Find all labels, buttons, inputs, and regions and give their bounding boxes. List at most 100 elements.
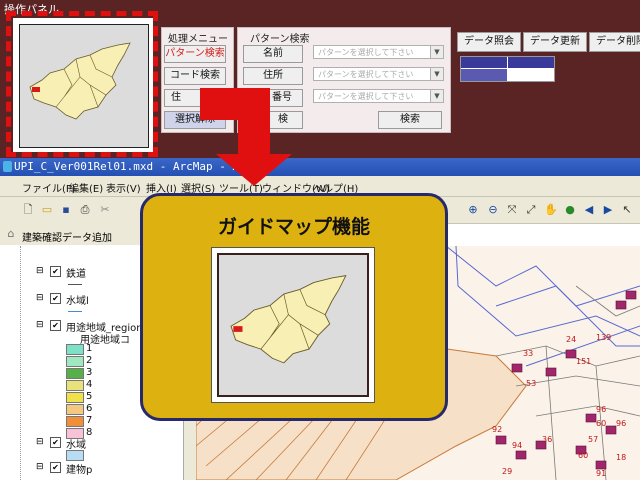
chevron-down-icon[interactable]: ▼ (430, 46, 443, 58)
map-label: 53 (526, 379, 536, 388)
map-label: 33 (523, 349, 533, 358)
legend-label: 8 (86, 427, 93, 438)
data-grid-cell[interactable] (461, 69, 507, 81)
menu-file[interactable]: ファイル(F) (22, 180, 76, 195)
legend-label: 6 (86, 403, 93, 414)
fixed-zoom-out-icon[interactable]: ⤢ (524, 203, 538, 217)
open-icon[interactable]: ▭ (40, 203, 54, 217)
menu-view[interactable]: 表示(V) (106, 180, 141, 195)
number-button[interactable]: 番号 (243, 89, 303, 107)
guide-map-enlarged[interactable] (217, 253, 369, 397)
layer-water-line[interactable]: 水域l (66, 292, 89, 307)
clear-selection-button[interactable]: 選択解除 (164, 111, 226, 129)
data-update-button[interactable]: データ更新 (523, 32, 587, 52)
layer-railway[interactable]: 鉄道 (66, 265, 86, 280)
expand-toggle-icon[interactable]: ⊟ (36, 293, 44, 303)
legend-swatch (66, 392, 84, 403)
expand-toggle-icon[interactable]: ⊟ (36, 320, 44, 330)
map-label: 24 (566, 335, 576, 344)
fixed-zoom-in-icon[interactable]: ⤧ (505, 203, 519, 217)
pattern-select-1[interactable]: パターンを選択して下さい ▼ (313, 45, 444, 59)
data-delete-button[interactable]: データ削除 (589, 32, 640, 52)
menu-edit[interactable]: 編集(E) (69, 180, 103, 195)
pattern-select-1-placeholder: パターンを選択して下さい (318, 48, 414, 57)
globe-icon[interactable]: ● (563, 203, 577, 217)
map-label: 91 (596, 469, 606, 478)
legend-swatch (66, 404, 84, 415)
layer-checkbox[interactable]: ✔ (50, 462, 61, 473)
address-button[interactable]: 住所 (243, 67, 303, 85)
map-label: 96 (616, 419, 626, 428)
map-label: 60 (596, 419, 606, 428)
thumbnail-highlight-box (6, 11, 158, 157)
map-label: 139 (596, 333, 611, 342)
legend-label: 1 (86, 343, 93, 354)
data-grid-cell-selected[interactable] (461, 57, 507, 68)
legend-line (68, 311, 82, 312)
search-sub-button[interactable]: 検 (243, 111, 303, 129)
legend-swatch (66, 380, 84, 391)
process-menu-title: 処理メニュー (168, 34, 228, 45)
layer-checkbox[interactable]: ✔ (50, 293, 61, 304)
legend-label: 5 (86, 391, 93, 402)
legend-swatch (66, 344, 84, 355)
search-button[interactable]: 検索 (378, 111, 442, 129)
pattern-search-title: パターン検索 (250, 34, 310, 45)
data-grid-cell-selected[interactable] (508, 57, 554, 68)
pattern-select-3[interactable]: パターンを選択して下さい ▼ (313, 89, 444, 103)
chevron-down-icon[interactable]: ▼ (430, 90, 443, 102)
pattern-select-2-placeholder: パターンを選択して下さい (318, 70, 414, 79)
cut-icon[interactable]: ✂ (98, 203, 112, 217)
expand-toggle-icon[interactable]: ⊟ (36, 266, 44, 276)
legend-swatch (66, 368, 84, 379)
region-map-enlarged (230, 275, 347, 364)
save-icon[interactable]: ▪ (59, 203, 73, 217)
legend-swatch (66, 356, 84, 367)
map-label: 29 (502, 467, 512, 476)
print-icon[interactable]: ⎙ (78, 203, 92, 217)
layer-checkbox[interactable]: ✔ (50, 266, 61, 277)
name-button[interactable]: 名前 (243, 45, 303, 63)
chevron-down-icon[interactable]: ▼ (430, 68, 443, 80)
data-grid-cell[interactable] (508, 69, 554, 81)
legend-line (68, 284, 82, 285)
zoom-in-icon[interactable]: ⊕ (466, 203, 480, 217)
map-background (445, 246, 640, 367)
map-label: 92 (492, 425, 502, 434)
back-icon[interactable]: ◀ (582, 203, 596, 217)
map-label: 18 (616, 453, 626, 462)
map-label: 96 (596, 405, 606, 414)
layer-checkbox[interactable]: ✔ (50, 320, 61, 331)
toc-tree-line (20, 246, 22, 480)
legend-swatch (66, 450, 84, 461)
map-label: 60 (578, 451, 588, 460)
map-label: 151 (576, 357, 591, 366)
layer-water[interactable]: 水域 (66, 436, 86, 451)
data-grid[interactable] (460, 56, 555, 82)
layer-buildings[interactable]: 建物p (66, 461, 92, 476)
forward-icon[interactable]: ▶ (601, 203, 615, 217)
expand-toggle-icon[interactable]: ⊟ (36, 462, 44, 472)
pattern-search-button[interactable]: パターン検索 (164, 45, 226, 63)
map-label: 36 (542, 435, 552, 444)
new-icon[interactable]: 🗋 (21, 203, 35, 217)
globe-icon (3, 161, 12, 172)
add-building-data-button[interactable]: 建築確認データ追加 (22, 229, 112, 244)
zoom-out-icon[interactable]: ⊖ (486, 203, 500, 217)
window-title: UPI_C_Ver001Rel01.mxd - ArcMap - ArcV (14, 160, 260, 173)
expand-toggle-icon[interactable]: ⊟ (36, 437, 44, 447)
layer-checkbox[interactable]: ✔ (50, 437, 61, 448)
pattern-select-2[interactable]: パターンを選択して下さい ▼ (313, 67, 444, 81)
map-label: 94 (512, 441, 522, 450)
legend-label: 7 (86, 415, 93, 426)
legend-label: 2 (86, 355, 93, 366)
guide-map-title: ガイドマップ機能 (217, 216, 370, 238)
code-search-button[interactable]: コード検索 (164, 67, 226, 85)
building-icon: ⌂ (7, 227, 15, 240)
select-icon[interactable]: ↖ (620, 203, 634, 217)
legend-label: 4 (86, 379, 93, 390)
address-search-button[interactable]: 住 (164, 89, 226, 107)
legend-swatch (66, 416, 84, 427)
data-inquiry-button[interactable]: データ照会 (457, 32, 521, 52)
pan-icon[interactable]: ✋ (544, 203, 558, 217)
